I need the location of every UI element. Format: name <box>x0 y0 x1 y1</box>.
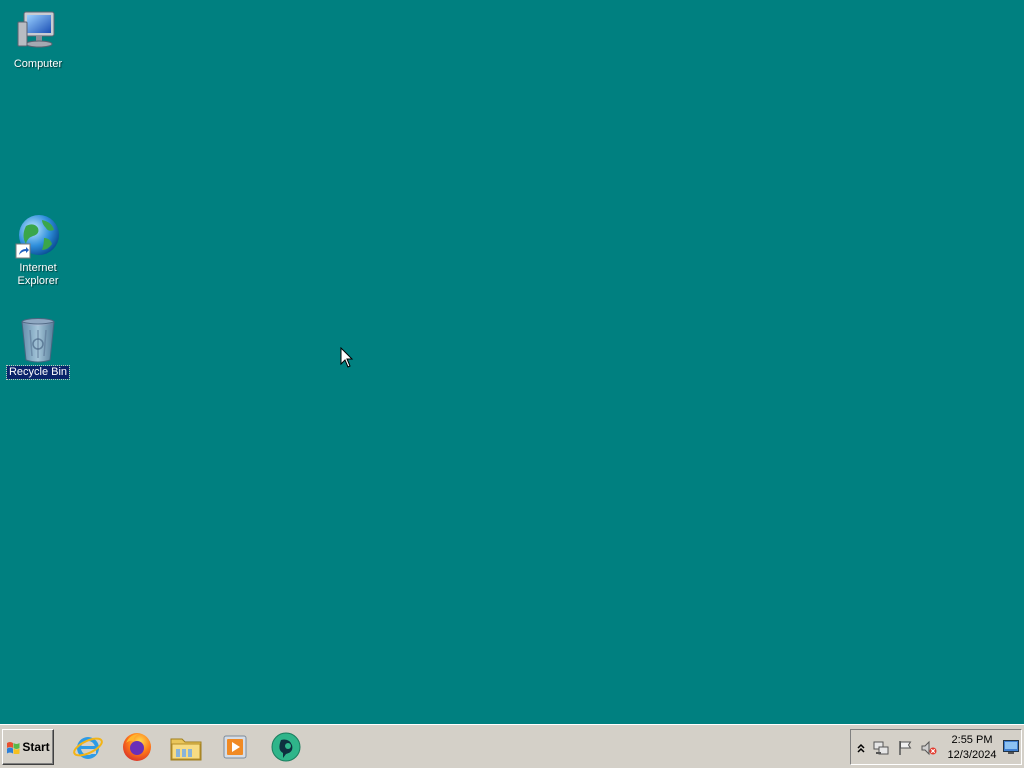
network-icon[interactable] <box>873 740 889 756</box>
desktop-icon-label: Recycle Bin <box>5 365 71 380</box>
recycle-bin-icon <box>14 316 62 364</box>
internet-explorer-globe-icon <box>14 212 62 260</box>
windows-logo-icon <box>7 742 20 754</box>
taskbar-pin-firefox[interactable] <box>119 729 155 765</box>
clock-time: 2:55 PM <box>951 734 993 746</box>
internet-explorer-icon <box>73 737 103 759</box>
desktop-icon-recycle-bin[interactable]: Recycle Bin <box>2 316 74 380</box>
desktop-icon-label: Internet Explorer <box>17 262 59 287</box>
mouse-cursor-icon <box>340 347 354 368</box>
desktop-icon-internet-explorer[interactable]: Internet Explorer <box>2 212 74 288</box>
folder-icon <box>170 738 202 761</box>
show-hidden-icons-chevron-icon[interactable] <box>853 740 869 756</box>
desktop-icon-computer[interactable]: Computer <box>2 8 74 71</box>
start-label: Start <box>22 740 50 754</box>
clock[interactable]: 2:55 PM 12/3/2024 <box>945 733 999 763</box>
action-center-flag-icon[interactable] <box>897 740 913 756</box>
clock-date: 12/3/2024 <box>947 749 997 761</box>
computer-icon <box>14 8 62 56</box>
taskbar-pin-media-player[interactable] <box>217 729 253 765</box>
start-button[interactable]: Start <box>2 729 54 765</box>
taskbar: Start 2:55 PM 12/3/2024 <box>0 724 1024 768</box>
green-app-icon <box>271 732 301 762</box>
desktop-icon-label: Computer <box>13 58 63 70</box>
taskbar-pin-windows-explorer[interactable] <box>168 729 204 765</box>
desktop[interactable]: Computer Internet Explorer Recycle Bin <box>0 0 1024 724</box>
taskbar-pin-green-app[interactable] <box>268 729 304 765</box>
show-desktop-icon[interactable] <box>1003 739 1019 755</box>
taskbar-pin-internet-explorer[interactable] <box>70 729 106 765</box>
notification-area: 2:55 PM 12/3/2024 <box>850 729 1022 765</box>
media-player-icon <box>223 735 247 759</box>
firefox-icon <box>123 733 151 761</box>
volume-muted-icon[interactable] <box>921 740 937 756</box>
